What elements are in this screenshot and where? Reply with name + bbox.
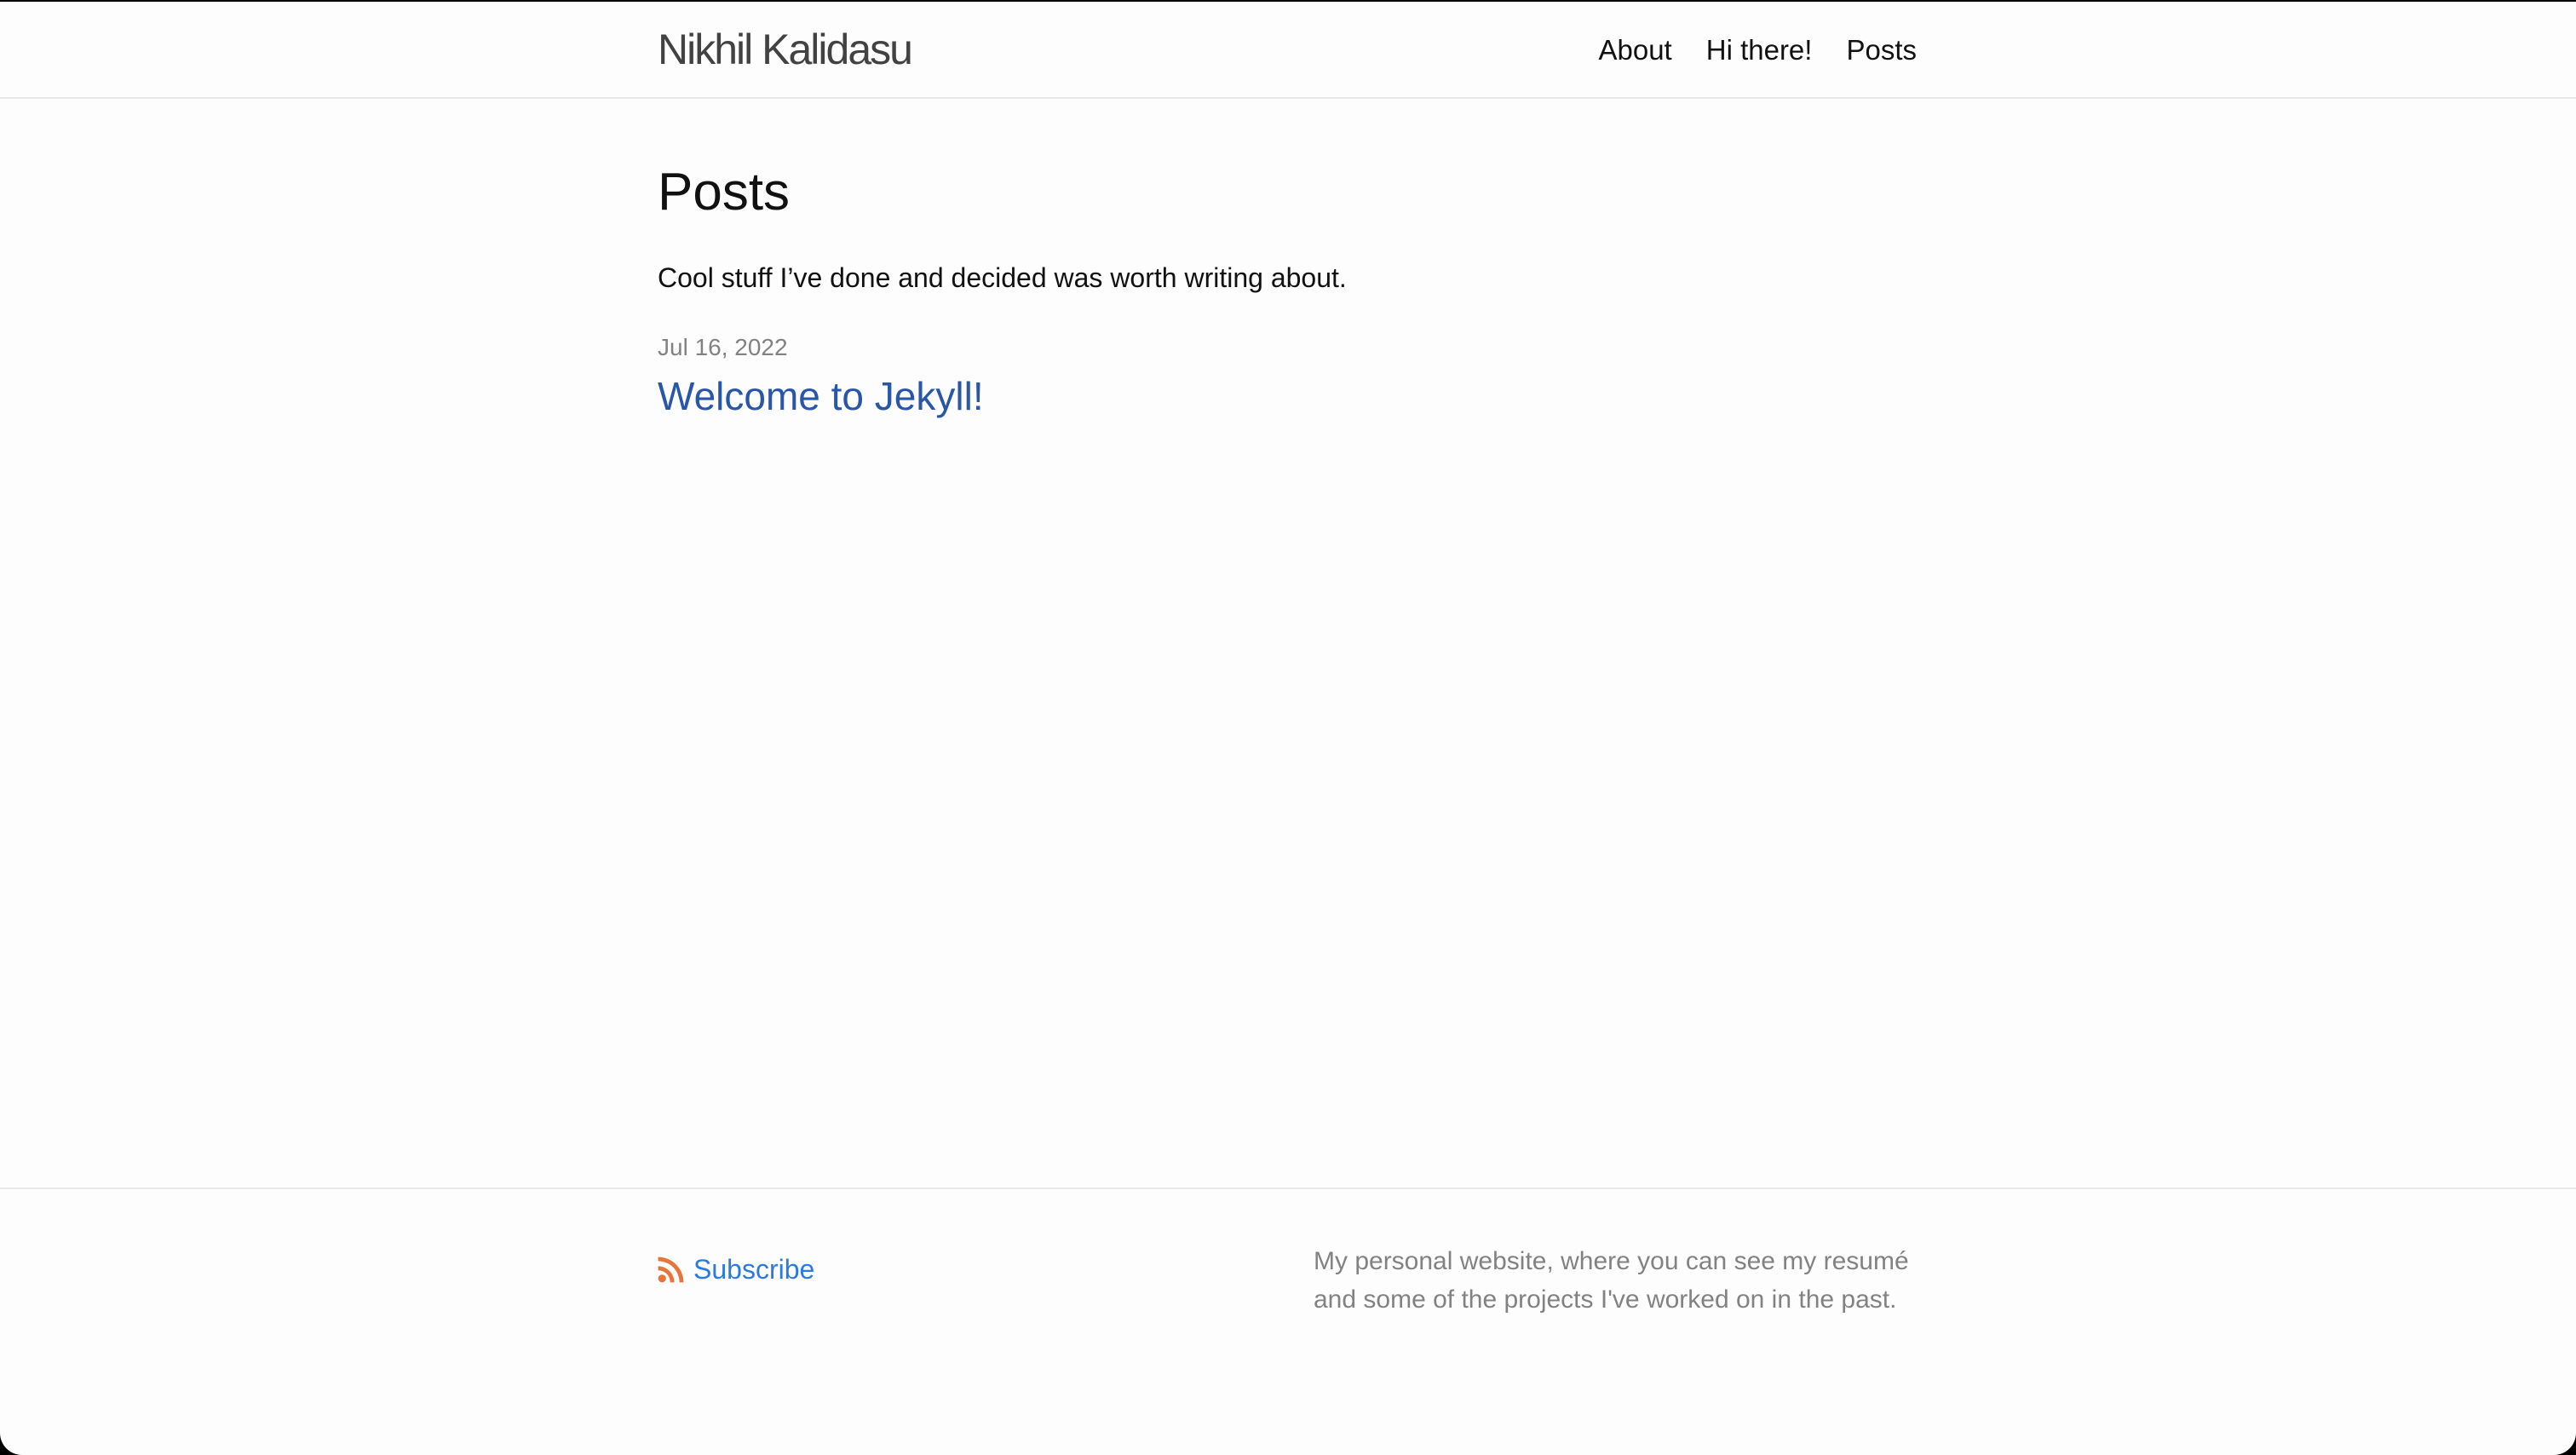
site-footer: Subscribe My personal website, where you… (0, 1188, 2576, 1455)
rss-icon (658, 1257, 684, 1283)
page-title: Posts (658, 163, 791, 221)
browser-viewport: Nikhil Kalidasu About Hi there! Posts Po… (0, 2, 2576, 1455)
subscribe-link[interactable]: Subscribe (658, 1249, 814, 1290)
subscribe-label: Subscribe (693, 1254, 815, 1285)
nav-link-posts[interactable]: Posts (1846, 29, 1917, 72)
nav-link-hi-there[interactable]: Hi there! (1706, 29, 1813, 72)
post-date: Jul 16, 2022 (658, 334, 788, 360)
site-header: Nikhil Kalidasu About Hi there! Posts (0, 2, 2576, 99)
nav-link-about[interactable]: About (1598, 29, 1671, 72)
site-description: My personal website, where you can see m… (1314, 1247, 1909, 1314)
page-intro: Cool stuff I’ve done and decided was wor… (658, 262, 1347, 293)
site-nav: About Hi there! Posts (1576, 29, 1917, 72)
post-title-link[interactable]: Welcome to Jekyll! (658, 370, 984, 423)
site-title-link[interactable]: Nikhil Kalidasu (658, 22, 913, 77)
